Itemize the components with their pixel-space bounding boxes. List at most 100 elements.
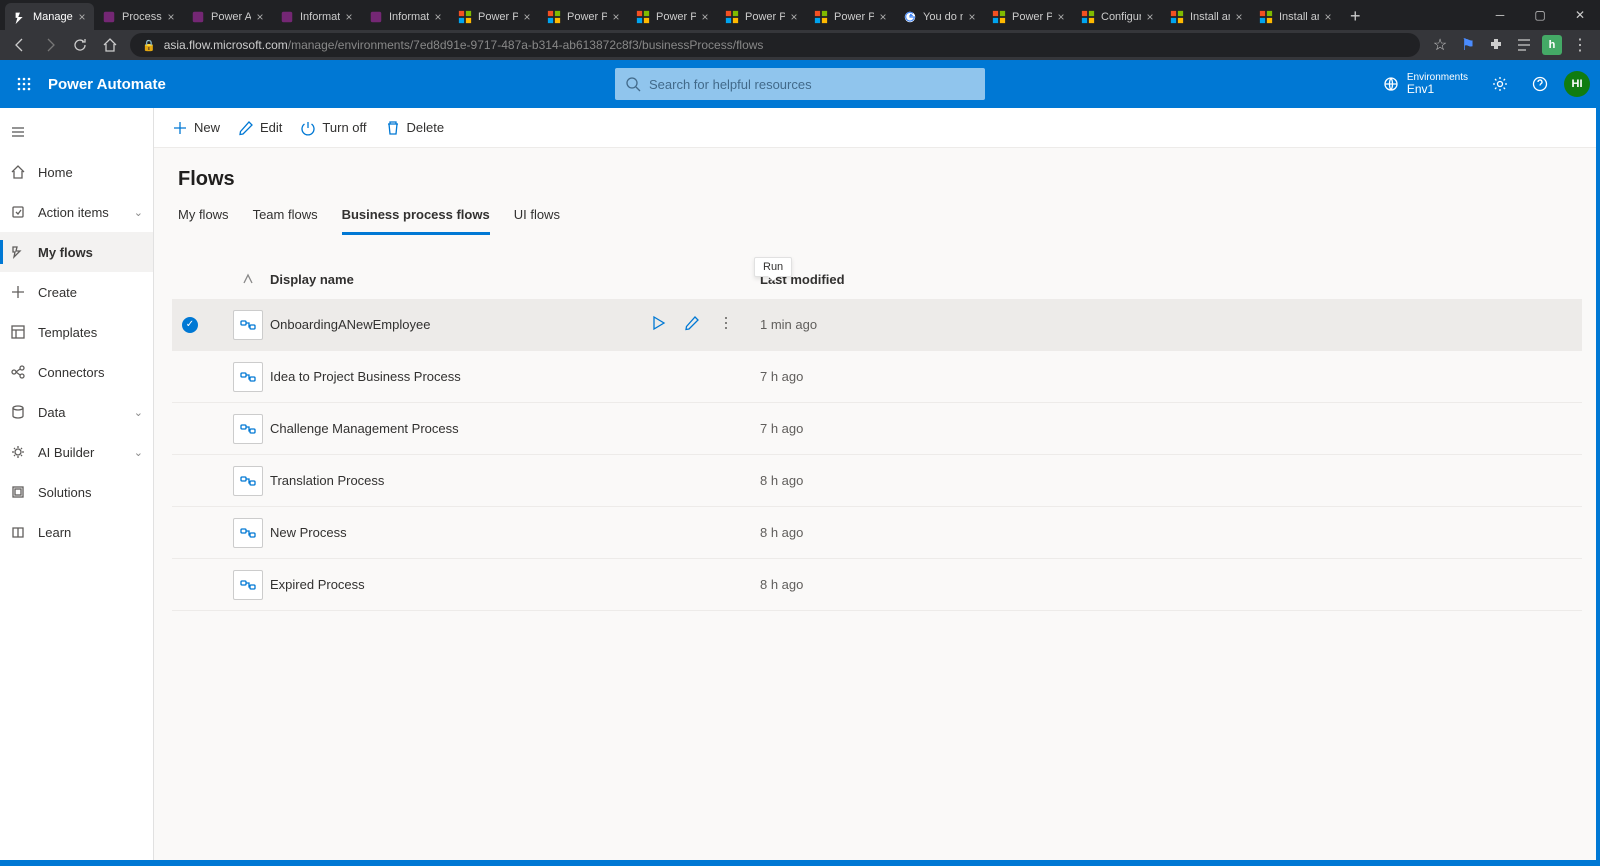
- tab-close-icon[interactable]: ×: [432, 11, 444, 23]
- sidebar-item-label: Action items: [38, 205, 109, 220]
- back-button[interactable]: [10, 35, 30, 55]
- tab-close-icon[interactable]: ×: [1233, 11, 1245, 23]
- solution-icon: [10, 484, 38, 500]
- browser-tab[interactable]: Process×: [94, 3, 183, 30]
- tab-close-icon[interactable]: ×: [521, 11, 533, 23]
- table-row[interactable]: Idea to Project Business Process7 h ago: [172, 351, 1582, 403]
- browser-tab[interactable]: Informat×: [361, 3, 450, 30]
- connector-icon: [10, 364, 38, 380]
- extension-icon-1[interactable]: ⚑: [1458, 35, 1478, 55]
- sidebar-item-templates[interactable]: Templates: [0, 312, 153, 352]
- tab-favicon: [13, 10, 27, 24]
- browser-tab[interactable]: Power Pl×: [450, 3, 539, 30]
- tab-close-icon[interactable]: ×: [966, 11, 978, 23]
- data-icon: [10, 404, 38, 420]
- tab-close-icon[interactable]: ×: [1144, 11, 1156, 23]
- table-row[interactable]: OnboardingANewEmployee1 min ago: [172, 299, 1582, 351]
- sidebar-item-label: My flows: [38, 245, 93, 260]
- close-window-button[interactable]: ✕: [1560, 0, 1600, 30]
- tab-favicon: [280, 10, 294, 24]
- home-button[interactable]: [100, 35, 120, 55]
- avatar[interactable]: HI: [1564, 71, 1590, 97]
- browser-tab[interactable]: Install an×: [1251, 3, 1340, 30]
- browser-tab[interactable]: Power Pl×: [539, 3, 628, 30]
- tab-close-icon[interactable]: ×: [343, 11, 355, 23]
- delete-button[interactable]: Delete: [385, 120, 445, 136]
- sidebar-item-connectors[interactable]: Connectors: [0, 352, 153, 392]
- sidebar-item-label: Solutions: [38, 485, 91, 500]
- column-display-name[interactable]: Display name: [270, 272, 650, 287]
- table-row[interactable]: Translation Process8 h ago: [172, 455, 1582, 507]
- action-icon: [10, 204, 38, 220]
- search-input[interactable]: Search for helpful resources: [615, 68, 985, 100]
- sidebar-item-learn[interactable]: Learn: [0, 512, 153, 552]
- new-tab-button[interactable]: +: [1340, 3, 1371, 30]
- browser-tab[interactable]: Install an×: [1162, 3, 1251, 30]
- profile-badge[interactable]: h: [1542, 35, 1562, 55]
- turnoff-button[interactable]: Turn off: [300, 120, 366, 136]
- maximize-button[interactable]: ▢: [1520, 0, 1560, 30]
- tab-team-flows[interactable]: Team flows: [253, 207, 318, 235]
- more-button[interactable]: [718, 315, 734, 334]
- tab-close-icon[interactable]: ×: [1055, 11, 1067, 23]
- tab-close-icon[interactable]: ×: [254, 11, 266, 23]
- run-button[interactable]: [650, 315, 666, 334]
- tab-business-process-flows[interactable]: Business process flows: [342, 207, 490, 235]
- table-row[interactable]: New Process8 h ago: [172, 507, 1582, 559]
- environment-picker[interactable]: Environments Env1: [1371, 60, 1480, 108]
- tab-close-icon[interactable]: ×: [877, 11, 889, 23]
- nav-toggle-button[interactable]: [0, 112, 153, 152]
- browser-tab[interactable]: Power Pl×: [717, 3, 806, 30]
- browser-tab[interactable]: You do n×: [895, 3, 984, 30]
- tab-close-icon[interactable]: ×: [165, 11, 177, 23]
- sidebar-item-my-flows[interactable]: My flows: [0, 232, 153, 272]
- table-row[interactable]: Challenge Management Process7 h ago: [172, 403, 1582, 455]
- extensions-icon[interactable]: [1486, 35, 1506, 55]
- tab-close-icon[interactable]: ×: [76, 11, 88, 23]
- minimize-button[interactable]: ─: [1480, 0, 1520, 30]
- reading-list-icon[interactable]: [1514, 35, 1534, 55]
- app-title[interactable]: Power Automate: [48, 76, 166, 93]
- chrome-menu-icon[interactable]: ⋮: [1570, 35, 1590, 55]
- browser-tab[interactable]: Informat×: [272, 3, 361, 30]
- browser-tab[interactable]: Configur×: [1073, 3, 1162, 30]
- sidebar-item-home[interactable]: Home: [0, 152, 153, 192]
- reload-button[interactable]: [70, 35, 90, 55]
- tab-favicon: [547, 10, 561, 24]
- tab-close-icon[interactable]: ×: [699, 11, 711, 23]
- row-checkbox[interactable]: [182, 317, 198, 333]
- sidebar-item-label: Data: [38, 405, 65, 420]
- edit-button[interactable]: Edit: [238, 120, 282, 136]
- browser-tab[interactable]: Power A×: [183, 3, 272, 30]
- forward-button[interactable]: [40, 35, 60, 55]
- sidebar-item-label: Home: [38, 165, 73, 180]
- edit-row-button[interactable]: [684, 315, 700, 334]
- sidebar-item-action-items[interactable]: Action items⌄: [0, 192, 153, 232]
- tab-my-flows[interactable]: My flows: [178, 207, 229, 235]
- browser-tab[interactable]: Power Pl×: [984, 3, 1073, 30]
- sidebar-item-ai-builder[interactable]: AI Builder⌄: [0, 432, 153, 472]
- tab-ui-flows[interactable]: UI flows: [514, 207, 560, 235]
- browser-tab[interactable]: Power Pl×: [806, 3, 895, 30]
- browser-tab[interactable]: Power Pl×: [628, 3, 717, 30]
- browser-tab[interactable]: Manage×: [5, 3, 94, 30]
- sidebar-item-create[interactable]: Create: [0, 272, 153, 312]
- column-last-modified[interactable]: Last modified: [760, 272, 1572, 287]
- sidebar-item-label: Create: [38, 285, 77, 300]
- sort-icon[interactable]: [226, 271, 270, 287]
- plus-icon: [172, 120, 188, 136]
- help-button[interactable]: [1520, 60, 1560, 108]
- new-button[interactable]: New: [172, 120, 220, 136]
- sidebar-item-label: Connectors: [38, 365, 104, 380]
- sidebar-item-solutions[interactable]: Solutions: [0, 472, 153, 512]
- table-row[interactable]: Expired Process8 h ago: [172, 559, 1582, 611]
- tab-close-icon[interactable]: ×: [610, 11, 622, 23]
- tab-close-icon[interactable]: ×: [788, 11, 800, 23]
- star-icon[interactable]: ☆: [1430, 35, 1450, 55]
- url-field[interactable]: 🔒 asia.flow.microsoft.com/manage/environ…: [130, 33, 1420, 57]
- settings-button[interactable]: [1480, 60, 1520, 108]
- sidebar-item-data[interactable]: Data⌄: [0, 392, 153, 432]
- learn-icon: [10, 524, 38, 540]
- app-launcher-icon[interactable]: [0, 60, 48, 108]
- tab-close-icon[interactable]: ×: [1322, 11, 1334, 23]
